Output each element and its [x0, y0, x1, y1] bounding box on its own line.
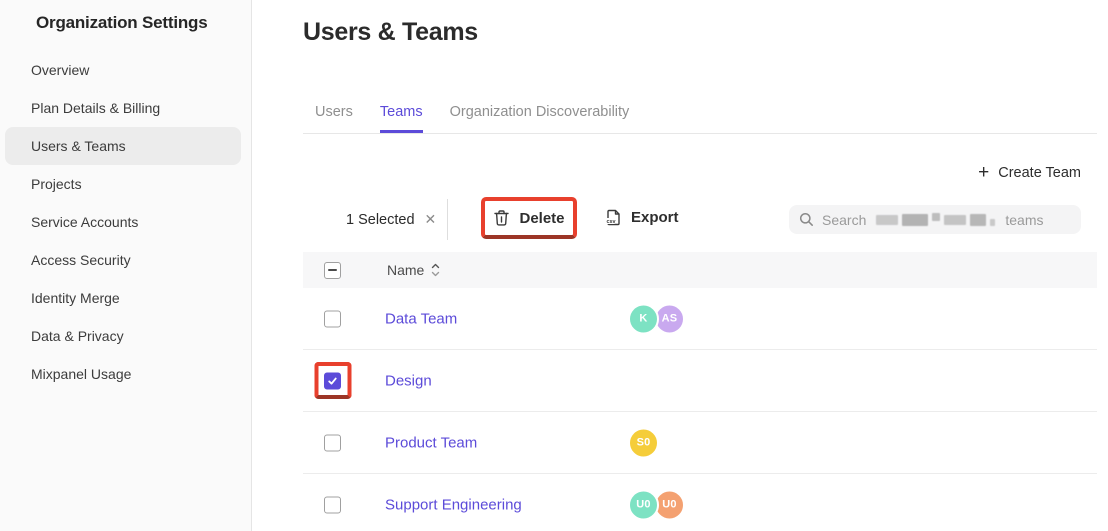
sidebar: Organization Settings OverviewPlan Detai…: [0, 0, 252, 531]
create-team-button[interactable]: + Create Team: [978, 161, 1081, 185]
row-checkbox[interactable]: [324, 496, 341, 513]
checkbox-wrapper: [324, 496, 341, 513]
row-checkbox[interactable]: [324, 310, 341, 327]
table-row-data-team: Data Team KAS: [303, 288, 1097, 350]
sidebar-item-service-accounts[interactable]: Service Accounts: [5, 203, 241, 241]
avatar: K: [628, 303, 659, 334]
checkbox-wrapper: [324, 372, 341, 389]
team-name-link[interactable]: Support Engineering: [385, 496, 522, 513]
svg-text:csv: csv: [607, 219, 616, 225]
clear-selection-icon[interactable]: ✕: [425, 211, 437, 228]
table-row-design: Design: [303, 350, 1097, 412]
create-team-label: Create Team: [998, 165, 1081, 181]
team-name-link[interactable]: Data Team: [385, 310, 457, 327]
name-column-header[interactable]: Name: [387, 262, 424, 278]
avatar: U0: [628, 489, 659, 520]
sidebar-title: Organization Settings: [36, 13, 251, 33]
avatar-group: U0U0: [628, 489, 685, 520]
sidebar-nav: OverviewPlan Details & BillingUsers & Te…: [0, 51, 251, 393]
sidebar-item-plan-details-billing[interactable]: Plan Details & Billing: [5, 89, 241, 127]
checkbox-wrapper: [324, 434, 341, 451]
avatar: S0: [628, 427, 659, 458]
export-button[interactable]: csv Export: [598, 207, 685, 228]
sidebar-item-mixpanel-usage[interactable]: Mixpanel Usage: [5, 355, 241, 393]
team-name-link[interactable]: Product Team: [385, 434, 477, 451]
selection-status: 1 Selected ✕: [346, 211, 436, 228]
tab-bar: Users Teams Organization Discoverability: [303, 93, 1097, 134]
toolbar-divider: [447, 199, 448, 240]
sidebar-item-users-teams[interactable]: Users & Teams: [5, 127, 241, 165]
delete-button[interactable]: Delete: [487, 208, 570, 228]
select-all-checkbox[interactable]: [324, 262, 341, 279]
tab-teams[interactable]: Teams: [380, 93, 423, 133]
sidebar-item-data-privacy[interactable]: Data & Privacy: [5, 317, 241, 355]
search-placeholder-suffix: teams: [1005, 212, 1043, 228]
search-placeholder-prefix: Search: [822, 212, 866, 228]
avatar-group: KAS: [628, 303, 685, 334]
search-icon: [799, 212, 814, 227]
tab-users[interactable]: Users: [315, 93, 353, 132]
tab-organization-discoverability[interactable]: Organization Discoverability: [450, 93, 630, 132]
team-name-link[interactable]: Design: [385, 372, 432, 389]
table-header-row: Name: [303, 252, 1097, 288]
table-row-product-team: Product Team S0: [303, 412, 1097, 474]
redacted-text: [876, 213, 995, 226]
sidebar-item-identity-merge[interactable]: Identity Merge: [5, 279, 241, 317]
csv-file-icon: csv: [604, 208, 622, 227]
sidebar-item-projects[interactable]: Projects: [5, 165, 241, 203]
delete-annotation-box: Delete: [481, 197, 577, 239]
delete-label: Delete: [519, 210, 564, 227]
export-label: Export: [631, 209, 679, 226]
table-row-support-engineering: Support Engineering U0U0: [303, 474, 1097, 531]
teams-table-body: Data Team KAS Design Product Team S0 Support …: [303, 288, 1097, 531]
trash-icon: [493, 209, 510, 227]
avatar-group: S0: [628, 427, 659, 458]
organization-settings-page: Organization Settings OverviewPlan Detai…: [0, 0, 1108, 531]
sort-icon[interactable]: [431, 263, 440, 277]
row-checkbox[interactable]: [324, 434, 341, 451]
sidebar-item-access-security[interactable]: Access Security: [5, 241, 241, 279]
selected-count-label: 1 Selected: [346, 212, 415, 228]
page-title: Users & Teams: [303, 18, 478, 47]
plus-icon: +: [978, 166, 989, 180]
checkbox-wrapper: [324, 310, 341, 327]
search-input[interactable]: Search teams: [789, 205, 1081, 234]
sidebar-item-overview[interactable]: Overview: [5, 51, 241, 89]
row-checkbox[interactable]: [324, 372, 341, 389]
